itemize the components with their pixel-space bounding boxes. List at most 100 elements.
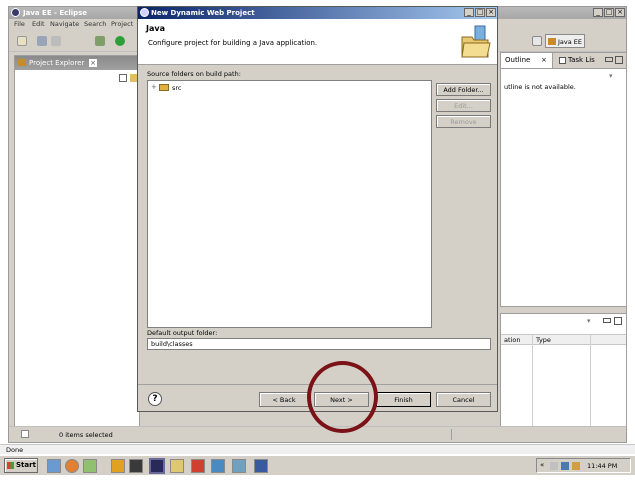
start-label: Start	[16, 461, 36, 469]
debug-icon[interactable]	[95, 36, 105, 46]
project-explorer-icon	[18, 59, 26, 66]
remove-button[interactable]: Remove	[436, 115, 491, 128]
list-item[interactable]: + src	[151, 83, 231, 93]
project-explorer-close-icon[interactable]: ×	[89, 59, 97, 67]
powerpoint-task-icon[interactable]	[191, 459, 205, 473]
folder-wizard-icon	[461, 25, 491, 58]
help-button[interactable]: ?	[148, 392, 162, 406]
dialog-titlebar: New Dynamic Web Project _ □ ×	[138, 7, 497, 19]
page-description: Configure project for building a Java ap…	[148, 39, 318, 47]
edit-button[interactable]: Edit...	[436, 99, 491, 112]
eclipse-maximize-button[interactable]: □	[604, 8, 614, 17]
save-icon[interactable]	[37, 36, 47, 46]
grid-column-line	[590, 345, 591, 427]
clock[interactable]: 11:44 PM	[587, 462, 617, 470]
folder-task-icon[interactable]	[170, 459, 184, 473]
properties-maximize-icon[interactable]	[614, 317, 622, 325]
tray-icon[interactable]	[550, 462, 558, 470]
back-button[interactable]: < Back	[259, 392, 309, 407]
dialog-close-button[interactable]: ×	[486, 8, 496, 17]
firefox-icon[interactable]	[65, 459, 79, 473]
properties-view: ▾ ation Type	[500, 313, 627, 429]
terminal-icon[interactable]	[129, 459, 143, 473]
outline-close-icon[interactable]: ×	[541, 57, 547, 64]
eclipse-task-icon[interactable]	[149, 458, 165, 474]
outline-menu-icon[interactable]: ▾	[609, 73, 619, 80]
cancel-button[interactable]: Cancel	[436, 392, 491, 407]
source-folder-icon	[159, 84, 169, 91]
media-player-icon[interactable]	[111, 459, 125, 473]
perspective-java-ee-button[interactable]: Java EE	[545, 34, 585, 48]
outline-minimize-icon[interactable]	[605, 57, 613, 62]
menu-navigate[interactable]: Navigate	[50, 19, 79, 30]
output-folder-label: Default output folder:	[147, 329, 218, 337]
open-perspective-icon[interactable]	[532, 36, 542, 46]
column-header-location[interactable]: ation	[504, 336, 520, 344]
outline-maximize-icon[interactable]	[615, 56, 623, 64]
run-icon[interactable]	[115, 36, 125, 46]
menu-file[interactable]: File	[14, 19, 25, 30]
next-button[interactable]: Next >	[314, 392, 369, 407]
dialog-minimize-button[interactable]: _	[464, 8, 474, 17]
add-folder-button[interactable]: Add Folder...	[436, 83, 491, 96]
source-folders-tree[interactable]: + src	[147, 80, 432, 328]
perspective-label: Java EE	[558, 38, 583, 46]
grid-column-line	[532, 345, 533, 427]
outline-tab-label: Outline	[505, 56, 531, 64]
system-tray: « 11:44 PM	[536, 458, 631, 473]
dialog-header: Java Configure project for building a Ja…	[138, 19, 497, 65]
dialog-app-icon	[140, 8, 149, 17]
menu-project[interactable]: Project	[111, 19, 133, 30]
tray-expand-icon[interactable]: «	[540, 461, 544, 469]
print-icon[interactable]	[51, 36, 61, 46]
dialog-separator	[138, 384, 497, 385]
tray-icon[interactable]	[572, 462, 580, 470]
paint-icon[interactable]	[83, 459, 97, 473]
column-divider	[532, 335, 533, 345]
dialog-maximize-button[interactable]: □	[475, 8, 485, 17]
project-explorer-tab-label: Project Explorer	[29, 59, 85, 67]
network-task-icon[interactable]	[232, 459, 246, 473]
new-dynamic-web-project-dialog: New Dynamic Web Project _ □ × Java Confi…	[137, 6, 498, 412]
windows-taskbar: Start « 11:44 PM	[0, 455, 635, 475]
status-icon	[21, 430, 29, 438]
tree-expand-icon[interactable]: +	[151, 83, 157, 92]
finish-button[interactable]: Finish	[376, 392, 431, 407]
status-text: 0 items selected	[59, 431, 113, 439]
eclipse-minimize-button[interactable]: _	[593, 8, 603, 17]
properties-minimize-icon[interactable]	[603, 318, 611, 323]
new-icon[interactable]	[17, 36, 27, 46]
windows-logo-icon	[7, 462, 14, 469]
dialog-title: New Dynamic Web Project	[151, 9, 255, 17]
column-header-type[interactable]: Type	[536, 336, 551, 344]
java-ee-icon	[548, 38, 556, 45]
source-folder-name: src	[172, 84, 182, 92]
eclipse-statusbar: 0 items selected	[9, 426, 626, 442]
column-divider	[590, 335, 591, 345]
output-folder-input[interactable]	[147, 338, 491, 350]
menu-edit[interactable]: Edit	[32, 19, 45, 30]
eclipse-window-title: Java EE - Eclipse	[23, 9, 88, 17]
eclipse-close-button[interactable]: ×	[615, 8, 625, 17]
page-title: Java	[146, 24, 165, 33]
task-list-tab-label: Task Lis	[568, 56, 595, 64]
outline-view: Outline × Task Lis utline is not availab…	[500, 52, 627, 307]
project-explorer-tab[interactable]: Project Explorer ×	[15, 56, 139, 70]
outline-tab[interactable]: Outline ×	[501, 53, 553, 68]
tray-icon[interactable]	[561, 462, 569, 470]
outline-tabs: Outline × Task Lis	[501, 53, 626, 69]
ie-icon[interactable]	[47, 459, 61, 473]
menu-search[interactable]: Search	[84, 19, 106, 30]
collapse-all-icon[interactable]	[119, 74, 127, 82]
project-explorer-view: Project Explorer ×	[14, 55, 140, 431]
properties-menu-icon[interactable]: ▾	[587, 317, 597, 325]
start-button[interactable]: Start	[4, 458, 38, 473]
eclipse-app-icon	[11, 8, 20, 17]
status-divider	[451, 429, 452, 440]
image-viewer-icon[interactable]	[211, 459, 225, 473]
word-task-icon[interactable]	[254, 459, 268, 473]
browser-status-text: Done	[6, 446, 24, 454]
properties-table-header: ation Type	[501, 334, 626, 345]
task-list-tab[interactable]: Task Lis	[555, 53, 599, 68]
outline-message: utline is not available.	[504, 83, 576, 91]
